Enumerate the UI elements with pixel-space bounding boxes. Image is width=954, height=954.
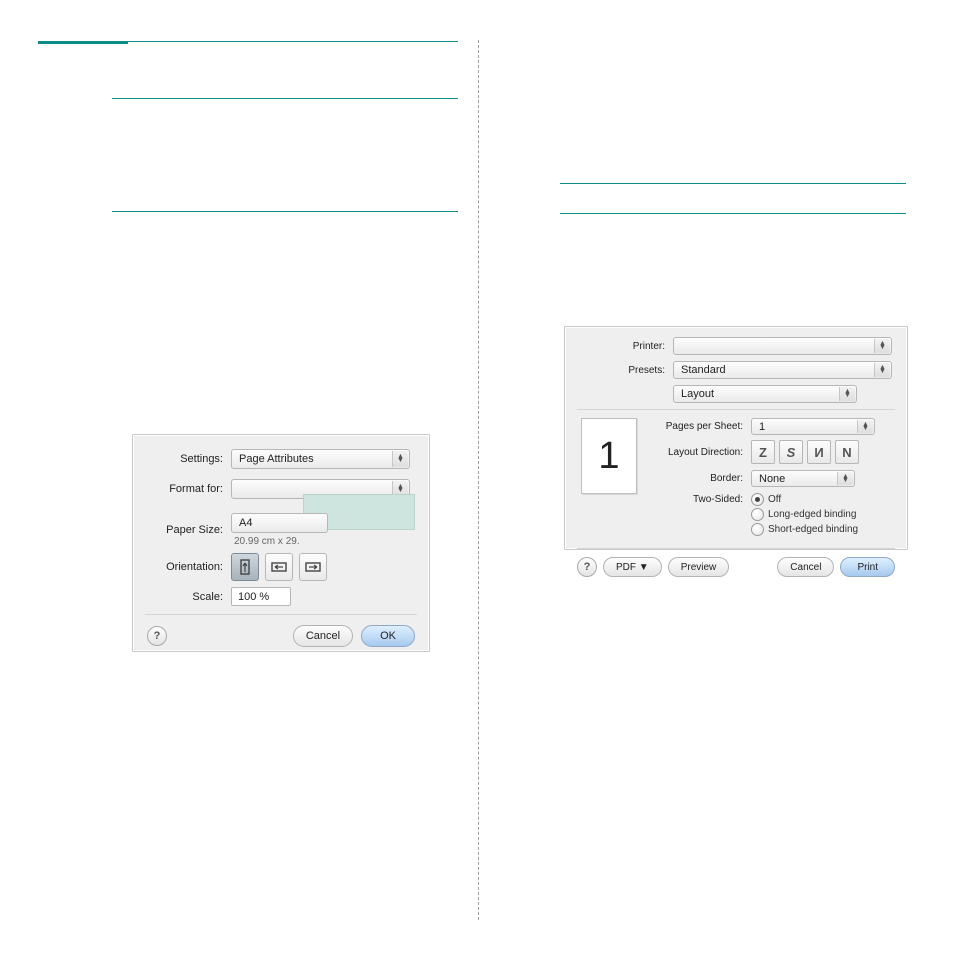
settings-select[interactable]: Page Attributes [231,449,410,469]
layout-direction-label: Layout Direction: [651,447,751,458]
two-sided-label: Two-Sided: [651,493,751,505]
printer-label: Printer: [565,341,673,352]
orientation-landscape-left-button[interactable] [265,553,293,581]
two-sided-long-label: Long-edged binding [768,509,856,520]
layout-dir-z-button[interactable]: Z [751,440,775,464]
print-button[interactable]: Print [840,557,895,577]
two-sided-off-radio[interactable] [751,493,764,506]
ok-label: OK [380,630,396,642]
preview-label: Preview [681,562,717,573]
updown-icon [874,339,890,353]
ok-button[interactable]: OK [361,625,415,647]
pane-select[interactable]: Layout [673,385,857,403]
preview-button[interactable]: Preview [668,557,730,577]
settings-value: Page Attributes [239,453,314,465]
layout-dir-n-button[interactable]: N [835,440,859,464]
portrait-icon [236,558,254,576]
print-dialog: Printer: Presets: Standard Layout [564,326,908,550]
pdf-label: PDF ▼ [616,562,649,573]
updown-icon [839,387,855,401]
scale-label: Scale: [133,591,231,603]
pages-per-sheet-select[interactable]: 1 [751,418,875,435]
help-button[interactable]: ? [577,557,597,577]
cancel-button[interactable]: Cancel [777,557,834,577]
pages-per-sheet-value: 1 [759,421,765,433]
paper-dimensions: 20.99 cm x 29. [234,536,328,547]
two-sided-short-label: Short-edged binding [768,524,858,535]
two-sided-off-label: Off [768,494,781,505]
orientation-label: Orientation: [133,561,231,573]
two-sided-short-radio[interactable] [751,523,764,536]
rule-right-1 [560,183,906,184]
help-icon: ? [584,561,591,573]
orientation-portrait-button[interactable] [231,553,259,581]
presets-select[interactable]: Standard [673,361,892,379]
help-button[interactable]: ? [147,626,167,646]
pane-value: Layout [681,388,714,400]
pages-per-sheet-label: Pages per Sheet: [651,421,751,432]
paper-size-value: A4 [239,517,252,529]
cancel-label: Cancel [306,630,340,642]
rule-left-3 [112,98,458,99]
page-setup-dialog: Settings: Page Attributes Format for: Pa… [132,434,430,652]
updown-icon [874,363,890,377]
landscape-right-icon [304,558,322,576]
border-value: None [759,473,785,485]
rule-left-4 [112,211,458,212]
print-label: Print [857,562,878,573]
help-icon: ? [154,630,161,642]
rule-left-1 [38,41,128,44]
orientation-landscape-right-button[interactable] [299,553,327,581]
cancel-label: Cancel [790,562,821,573]
scale-value: 100 % [238,591,269,603]
updown-icon [392,451,408,467]
updown-icon [857,420,873,433]
page-root: Settings: Page Attributes Format for: Pa… [0,0,954,954]
pdf-button[interactable]: PDF ▼ [603,557,662,577]
cancel-button[interactable]: Cancel [293,625,353,647]
rule-right-2 [560,213,906,214]
format-for-label: Format for: [133,483,231,495]
updown-icon [837,472,853,485]
layout-dir-u-button[interactable]: И [807,440,831,464]
two-sided-long-radio[interactable] [751,508,764,521]
layout-dir-s-button[interactable]: S [779,440,803,464]
presets-value: Standard [681,364,726,376]
preview-number: 1 [598,435,619,478]
presets-label: Presets: [565,365,673,376]
printer-select[interactable] [673,337,892,355]
column-divider [478,40,479,920]
scale-input[interactable]: 100 % [231,587,291,606]
border-label: Border: [651,473,751,484]
settings-label: Settings: [133,453,231,465]
landscape-left-icon [270,558,288,576]
page-preview: 1 [581,418,637,494]
rule-left-2 [128,41,458,42]
paper-size-label: Paper Size: [133,524,231,536]
paper-size-select[interactable]: A4 [231,513,328,533]
border-select[interactable]: None [751,470,855,487]
